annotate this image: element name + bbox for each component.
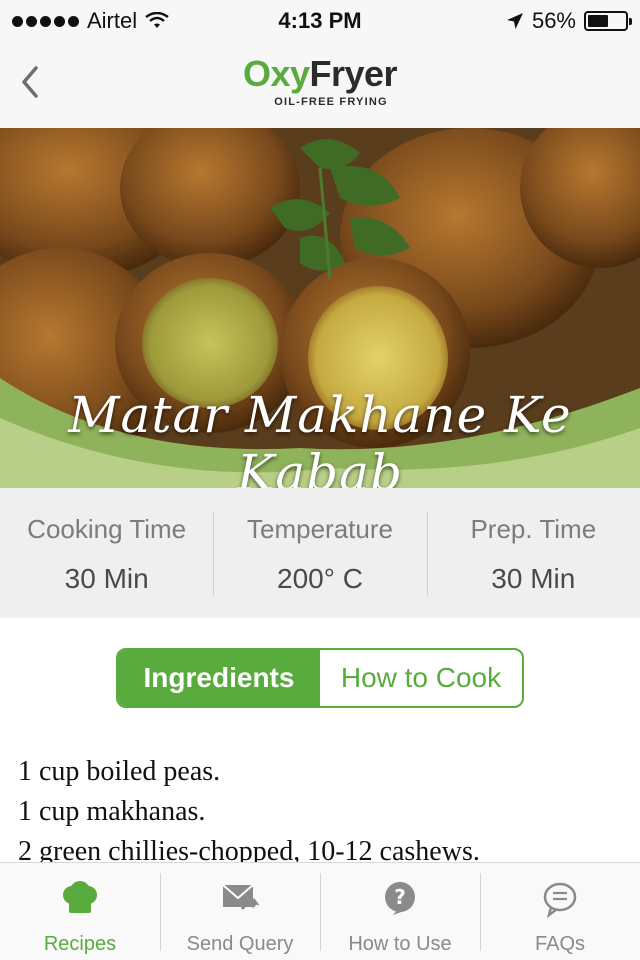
tab-recipes[interactable]: Recipes	[0, 863, 160, 960]
cooking-time-info: Cooking Time 30 Min	[0, 488, 213, 618]
status-bar: Airtel 4:13 PM 56%	[0, 0, 640, 40]
prep-time-info: Prep. Time 30 Min	[426, 488, 640, 618]
temperature-info: Temperature 200° C	[213, 488, 426, 618]
tab-send-query[interactable]: Send Query	[160, 863, 320, 960]
send-mail-icon	[222, 884, 260, 910]
tab-label: FAQs	[534, 933, 585, 955]
recipe-segment-control: Ingredients How to Cook	[116, 648, 524, 708]
tab-faqs[interactable]: FAQs	[480, 863, 640, 960]
question-icon: ?	[385, 882, 415, 915]
bottom-tab-bar: Recipes Send Query ? How to Use FAQs	[0, 862, 640, 960]
recipe-hero-image: Matar Makhane Ke Kabab	[0, 128, 640, 488]
info-label: Cooking Time	[27, 513, 187, 544]
info-value: 200° C	[277, 562, 363, 594]
info-label: Temperature	[247, 513, 393, 544]
battery-icon	[584, 11, 632, 31]
tab-how-to-use[interactable]: ? How to Use	[320, 863, 480, 960]
chef-hat-icon	[63, 881, 97, 913]
ingredients-list: 1 cup boiled peas. 1 cup makhanas. 2 gre…	[18, 752, 628, 862]
info-value: 30 Min	[491, 562, 576, 594]
ingredient-item: 1 cup makhanas.	[18, 796, 206, 827]
oxyfryer-logo: OxyFryer OIL-FREE FRYING	[0, 54, 640, 109]
recipe-title: Matar Makhane Ke Kabab	[68, 386, 572, 488]
how-to-cook-tab[interactable]: How to Cook	[320, 650, 522, 706]
tab-label: Send Query	[186, 933, 294, 955]
logo-tagline: OIL-FREE FRYING	[274, 96, 388, 108]
ingredient-item: 1 cup boiled peas.	[18, 756, 221, 787]
nav-bar: OxyFryer OIL-FREE FRYING	[0, 40, 640, 128]
logo-suffix: Fryer	[309, 53, 398, 94]
chat-bubble-icon	[543, 882, 577, 919]
logo-prefix: Oxy	[242, 53, 310, 94]
ingredient-item: 2 green chillies-chopped, 10-12 cashews.	[18, 836, 480, 862]
tab-label: Recipes	[43, 933, 117, 955]
location-arrow-icon	[506, 13, 523, 29]
status-right: 56%	[506, 8, 632, 34]
battery-percent: 56%	[531, 8, 576, 33]
recipe-info-row: Cooking Time 30 Min Temperature 200° C P…	[0, 488, 640, 618]
svg-text:?: ?	[394, 885, 406, 909]
tab-label: How to Use	[348, 933, 452, 955]
ingredients-tab[interactable]: Ingredients	[118, 650, 320, 706]
battery-fill	[588, 15, 609, 27]
logo-wordmark: OxyFryer	[0, 54, 640, 94]
info-value: 30 Min	[64, 562, 149, 594]
info-label: Prep. Time	[470, 513, 597, 544]
